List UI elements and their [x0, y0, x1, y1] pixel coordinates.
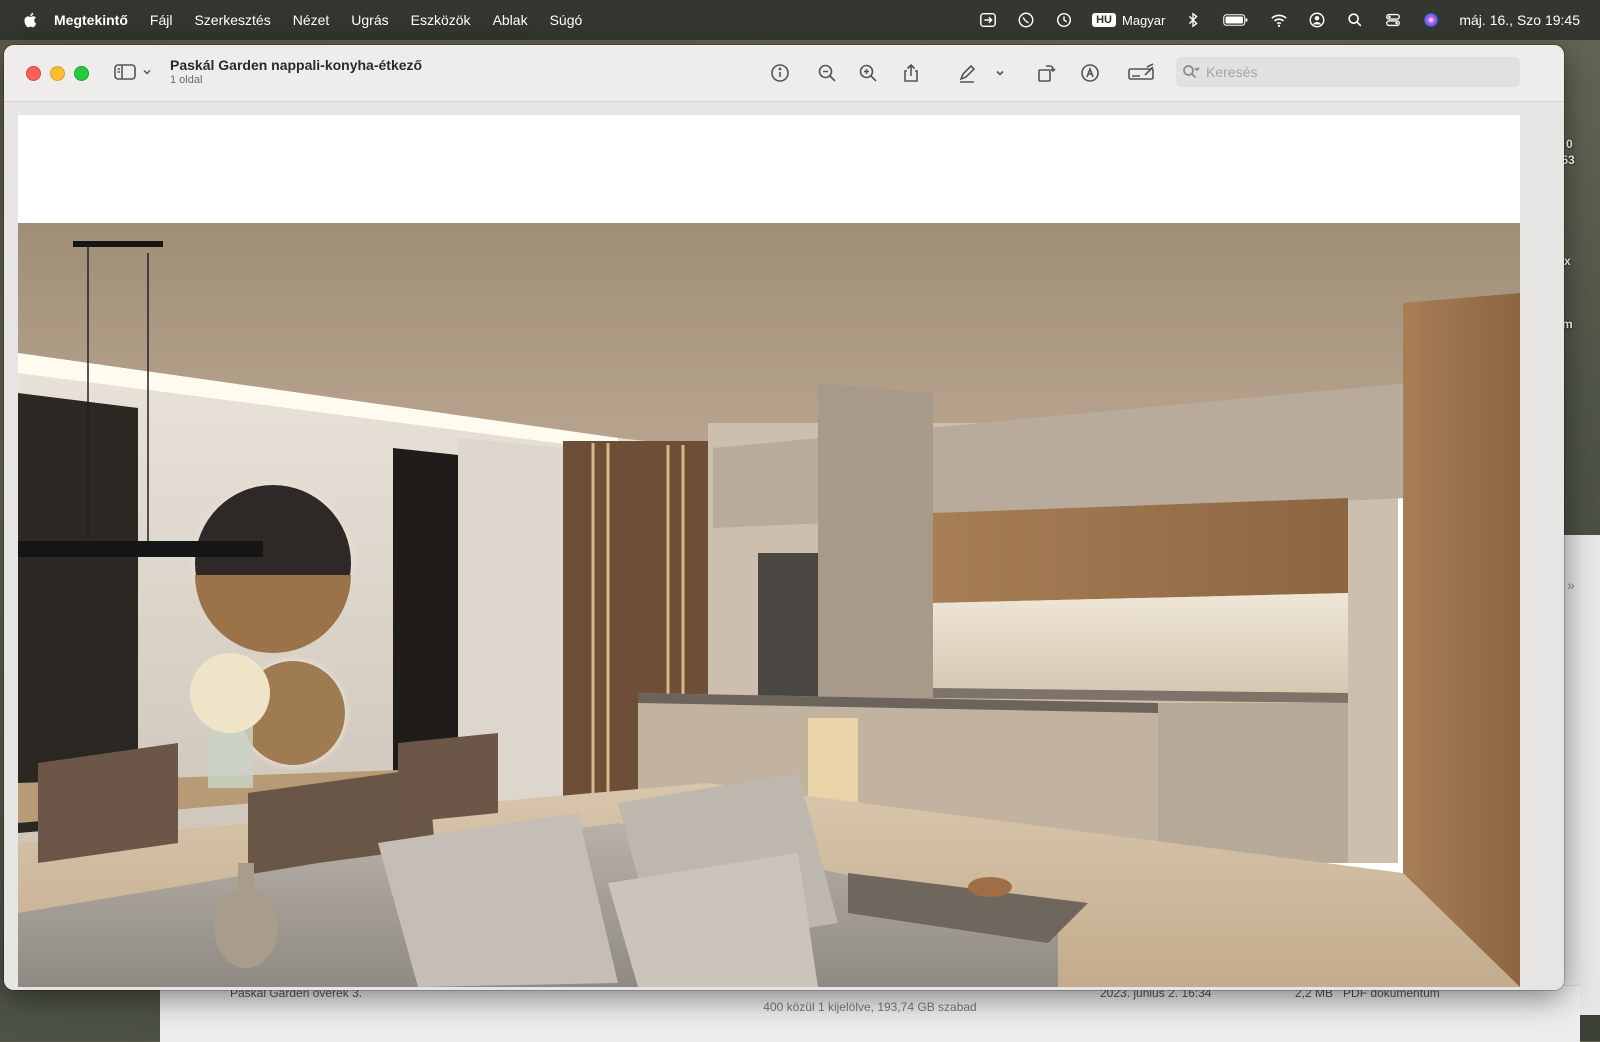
time-machine-icon[interactable] [1054, 10, 1074, 30]
chevron-down-icon [996, 70, 1004, 76]
input-source-menu[interactable]: HU Magyar [1092, 13, 1165, 28]
form-fill-button[interactable] [1126, 60, 1158, 86]
background-finder-window: Paskál Garden övérek 3. 2023. június 2. … [160, 985, 1580, 1042]
info-icon [771, 64, 789, 82]
highlight-button[interactable] [1077, 60, 1103, 86]
share-icon [904, 63, 918, 82]
markup-button[interactable] [954, 60, 980, 86]
document-page-count: 1 oldal [170, 74, 203, 86]
app-menu[interactable]: Megtekintő [54, 12, 128, 28]
zoom-in-icon [859, 64, 877, 82]
screen-share-icon[interactable] [978, 10, 998, 30]
window-toolbar: Paskál Garden nappali-konyha-étkező 1 ol… [4, 45, 1564, 102]
spotlight-search-icon[interactable] [1345, 10, 1365, 30]
share-button[interactable] [898, 60, 924, 86]
search-icon [1183, 65, 1200, 79]
info-button[interactable] [767, 60, 793, 86]
pdf-page [18, 115, 1520, 987]
markup-circle-icon [1081, 64, 1099, 82]
menu-window[interactable]: Ablak [493, 12, 528, 28]
page-top-margin [18, 115, 1520, 223]
zoom-in-button[interactable] [855, 60, 881, 86]
user-account-icon[interactable] [1307, 10, 1327, 30]
menu-go[interactable]: Ugrás [351, 12, 388, 28]
menu-tools[interactable]: Eszközök [411, 12, 471, 28]
pen-icon [959, 64, 976, 83]
document-title-block: Paskál Garden nappali-konyha-étkező 1 ol… [170, 57, 422, 86]
search-input[interactable] [1204, 63, 1508, 81]
apple-menu-icon[interactable] [22, 11, 40, 29]
zoom-out-button[interactable] [814, 60, 840, 86]
menu-view[interactable]: Nézet [293, 12, 330, 28]
zoom-out-icon [818, 64, 836, 82]
bluetooth-icon[interactable] [1183, 10, 1203, 30]
sidebar-toggle-button[interactable] [114, 63, 152, 81]
menu-bar: Megtekintő Fájl Szerkesztés Nézet Ugrás … [0, 0, 1600, 40]
rotate-button[interactable] [1033, 60, 1059, 86]
document-title[interactable]: Paskál Garden nappali-konyha-étkező [170, 57, 422, 73]
minimize-button[interactable] [50, 66, 65, 81]
preview-window: Paskál Garden nappali-konyha-étkező 1 ol… [4, 45, 1564, 990]
chevron-right-double-icon[interactable]: » [1567, 577, 1583, 593]
wifi-icon[interactable] [1269, 10, 1289, 30]
control-center-icon[interactable] [1383, 10, 1403, 30]
fullscreen-button[interactable] [74, 66, 89, 81]
menubar-clock[interactable]: máj. 16., Szo 19:45 [1459, 12, 1580, 28]
search-field[interactable] [1176, 57, 1520, 87]
sidebar-icon [114, 64, 136, 80]
battery-icon[interactable] [1221, 10, 1251, 30]
rotate-icon [1038, 65, 1056, 82]
menu-file[interactable]: Fájl [150, 12, 173, 28]
menu-edit[interactable]: Szerkesztés [194, 12, 270, 28]
finder-status-bar: 400 közül 1 kijelölve, 193,74 GB szabad [763, 1000, 977, 1014]
form-fill-icon [1128, 63, 1154, 80]
window-controls [26, 66, 89, 81]
chevron-down-icon [143, 69, 151, 75]
viber-icon[interactable] [1016, 10, 1036, 30]
menu-help[interactable]: Súgó [550, 12, 583, 28]
document-canvas [4, 102, 1564, 990]
interior-render-image [18, 223, 1520, 987]
input-source-label: Magyar [1122, 12, 1166, 28]
close-button[interactable] [26, 66, 41, 81]
siri-icon[interactable] [1421, 10, 1441, 30]
markup-options-button[interactable] [992, 60, 1008, 86]
input-source-badge: HU [1092, 13, 1116, 27]
